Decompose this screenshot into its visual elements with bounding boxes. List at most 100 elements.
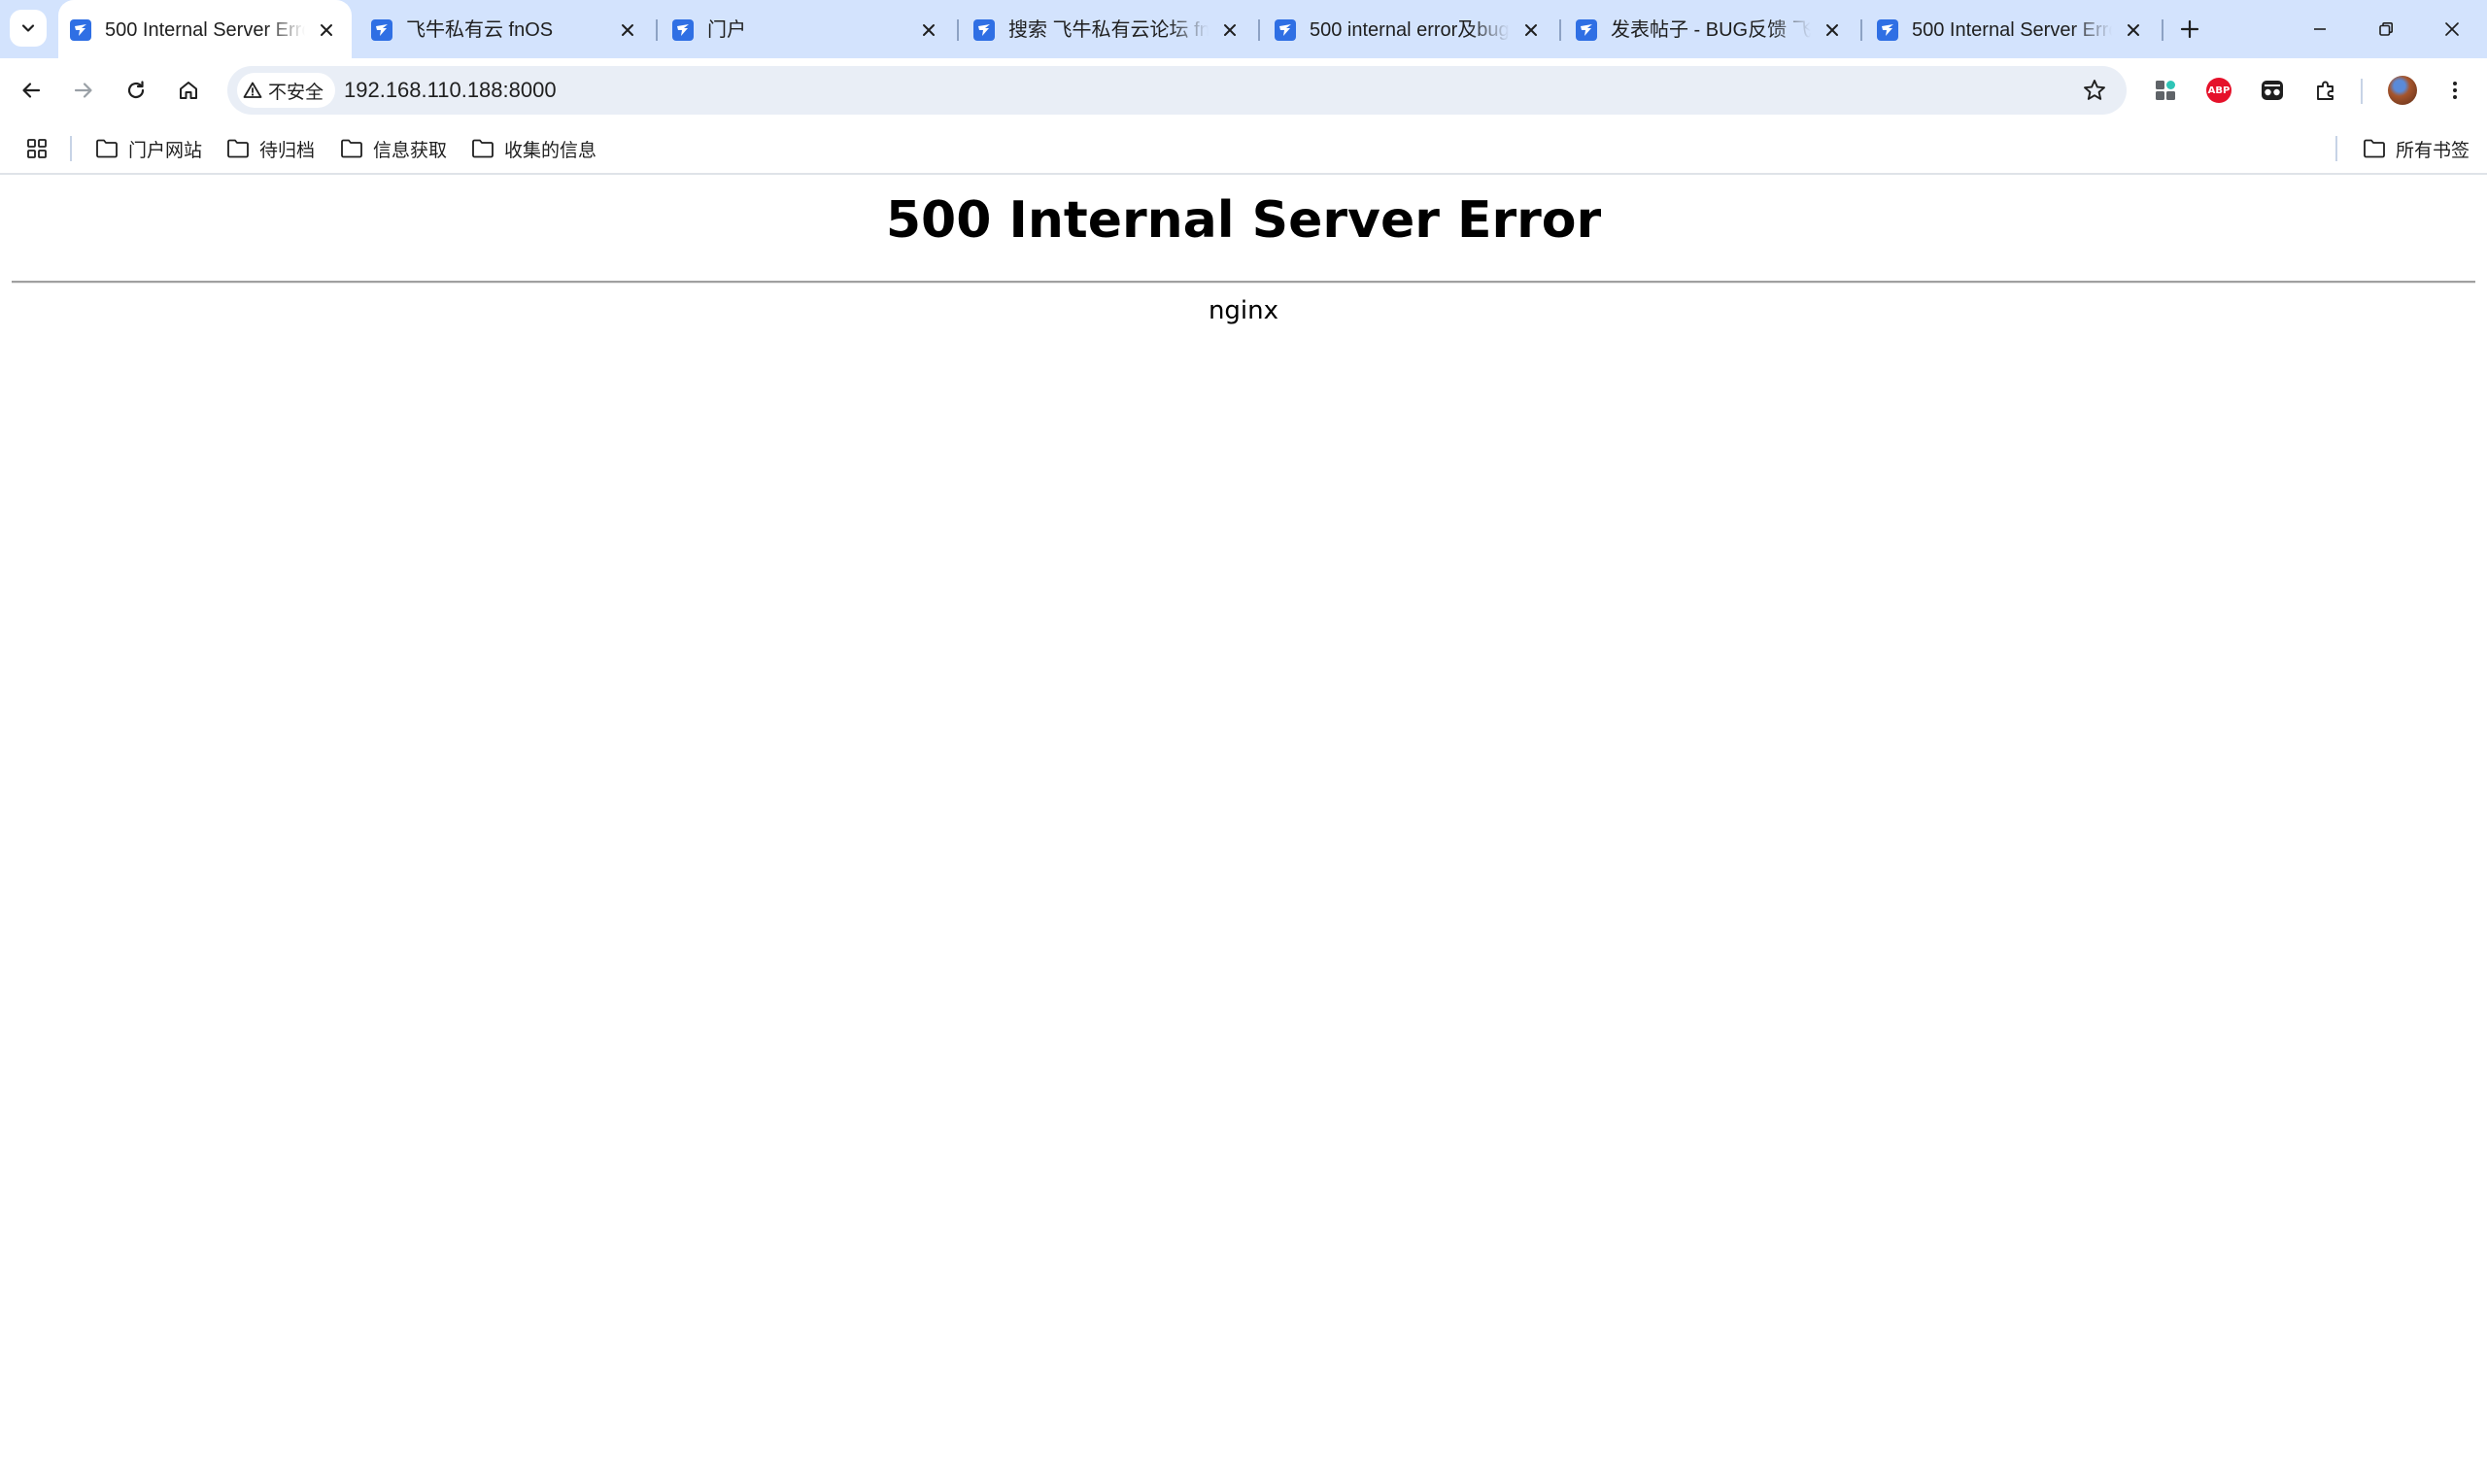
tab-title: 500 Internal Server Error <box>105 19 305 41</box>
tab-title: 门户 <box>707 19 746 41</box>
arrow-left-icon <box>22 83 41 98</box>
tab-separator <box>2162 19 2163 41</box>
bookmark-label: 待归档 <box>259 140 316 161</box>
server-name: nginx <box>1208 296 1279 325</box>
tab[interactable]: 发表帖子 - BUG反馈 飞牛 <box>1564 0 1856 58</box>
adblock-plus-button[interactable]: ABP <box>2202 74 2235 107</box>
tab-close-button[interactable] <box>1519 18 1543 42</box>
folder-icon <box>472 139 494 158</box>
bookmark-folder[interactable]: 信息获取 <box>340 134 447 163</box>
tab-close-button[interactable] <box>1218 18 1242 42</box>
forward-button[interactable] <box>64 71 103 110</box>
fnos-favicon-icon <box>672 19 694 41</box>
all-bookmarks-button[interactable]: 所有书签 <box>2363 134 2470 163</box>
extension-button[interactable] <box>2149 74 2182 107</box>
tab-separator <box>1860 19 1862 41</box>
tab[interactable]: 搜索 飞牛私有云论坛 fnOS <box>962 0 1253 58</box>
tab-close-button[interactable] <box>315 18 338 42</box>
address-bar[interactable]: 不安全 192.168.110.188:8000 <box>227 66 2127 115</box>
back-button[interactable] <box>12 71 51 110</box>
tab[interactable]: 门户 <box>661 0 952 58</box>
close-icon <box>2445 22 2459 36</box>
close-window-button[interactable] <box>2425 0 2479 58</box>
close-icon <box>2128 24 2139 36</box>
horizontal-rule <box>12 281 2475 284</box>
folder-icon <box>341 139 362 158</box>
warning-icon <box>243 82 262 98</box>
tab[interactable]: 飞牛私有云 fnOS <box>359 0 651 58</box>
close-icon <box>1826 24 1838 36</box>
folder-icon <box>96 139 118 158</box>
tab[interactable]: 500 Internal Server Error <box>58 0 352 58</box>
security-chip[interactable]: 不安全 <box>237 73 336 108</box>
bookmark-folder[interactable]: 收集的信息 <box>471 134 596 163</box>
tab-search-button[interactable] <box>10 10 47 47</box>
close-icon <box>622 24 633 36</box>
bookmark-folder[interactable]: 门户网站 <box>95 134 202 163</box>
close-icon <box>321 24 332 36</box>
close-icon <box>923 24 935 36</box>
more-vertical-icon <box>2453 82 2457 99</box>
bookmark-separator <box>2335 136 2337 161</box>
tab[interactable]: 500 internal error及bug <box>1263 0 1554 58</box>
close-icon <box>1224 24 1236 36</box>
tab-close-button[interactable] <box>1821 18 1844 42</box>
reload-button[interactable] <box>117 71 155 110</box>
fnos-favicon-icon <box>1275 19 1296 41</box>
security-label: 不安全 <box>268 82 324 103</box>
tab-title: 500 internal error及bug <box>1310 19 1510 41</box>
tab-close-button[interactable] <box>917 18 940 42</box>
apps-grid-icon <box>27 139 47 158</box>
all-bookmarks-label: 所有书签 <box>2396 140 2470 161</box>
tab-strip: 500 Internal Server Error 飞牛私有云 fnOS 门户 … <box>0 0 2487 58</box>
apps-button[interactable] <box>25 134 49 163</box>
tab[interactable]: 500 Internal Server Error <box>1865 0 2157 58</box>
chevron-down-icon <box>21 24 35 32</box>
folder-icon <box>2364 139 2385 158</box>
restore-button[interactable] <box>2359 0 2413 58</box>
puzzle-icon <box>2317 81 2334 100</box>
home-icon <box>180 82 197 99</box>
profile-avatar[interactable] <box>2388 76 2417 105</box>
fnos-favicon-icon <box>973 19 995 41</box>
reload-icon <box>127 81 145 99</box>
toolbar-separator <box>2361 79 2363 104</box>
bookmark-separator <box>70 136 72 161</box>
tab-title: 搜索 飞牛私有云论坛 fnOS <box>1008 19 1209 41</box>
folder-icon <box>227 139 249 158</box>
arrow-right-icon <box>74 83 92 98</box>
extension-grid-icon <box>2156 81 2175 100</box>
url-text[interactable]: 192.168.110.188:8000 <box>344 78 557 103</box>
fnos-favicon-icon <box>1576 19 1597 41</box>
tab-title: 发表帖子 - BUG反馈 飞牛 <box>1611 19 1811 41</box>
minimize-icon <box>2314 28 2326 30</box>
tab-separator <box>1258 19 1260 41</box>
extensions-menu-button[interactable] <box>2309 74 2342 107</box>
toolbar: 不安全 192.168.110.188:8000 ABP <box>0 58 2487 122</box>
bookmark-label: 信息获取 <box>373 140 448 161</box>
tab-close-button[interactable] <box>2122 18 2145 42</box>
tab-separator <box>656 19 658 41</box>
bookmark-folder[interactable]: 待归档 <box>226 134 315 163</box>
home-button[interactable] <box>169 71 208 110</box>
fnos-favicon-icon <box>70 19 91 41</box>
menu-button[interactable] <box>2438 74 2471 107</box>
page-content: 500 Internal Server Error nginx <box>0 176 2487 1484</box>
tab-title: 飞牛私有云 fnOS <box>406 19 554 41</box>
new-tab-button[interactable] <box>2174 14 2205 45</box>
extension-button[interactable] <box>2256 74 2289 107</box>
adblock-plus-icon: ABP <box>2206 78 2231 103</box>
fnos-favicon-icon <box>1877 19 1898 41</box>
tab-separator <box>957 19 959 41</box>
star-icon[interactable] <box>2082 78 2107 103</box>
close-icon <box>1525 24 1537 36</box>
page-title: 500 Internal Server Error <box>885 191 1602 250</box>
restore-icon <box>2379 22 2393 36</box>
plus-icon <box>2180 19 2199 39</box>
tab-separator <box>1559 19 1561 41</box>
glasses-icon <box>2262 81 2283 100</box>
bookmarks-bar: 门户网站 待归档 信息获取 收集的信息 所有书签 <box>0 122 2487 175</box>
tab-close-button[interactable] <box>616 18 639 42</box>
bookmark-label: 收集的信息 <box>504 140 597 161</box>
minimize-button[interactable] <box>2293 0 2347 58</box>
